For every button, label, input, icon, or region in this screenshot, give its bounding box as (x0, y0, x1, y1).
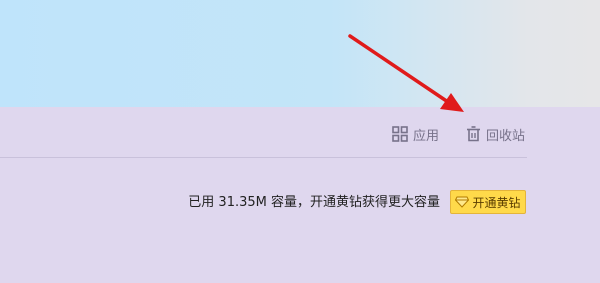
trash-icon (466, 126, 481, 142)
open-yellow-diamond-button[interactable]: 开通黄钻 (450, 190, 526, 214)
recycle-bin-label: 回收站 (486, 128, 526, 144)
apps-label: 应用 (413, 128, 440, 144)
storage-usage-text: 已用 31.35M 容量，开通黄钻获得更大容量 (188, 195, 440, 210)
top-banner (0, 0, 600, 107)
grid-icon (392, 126, 408, 142)
diamond-icon (455, 196, 470, 208)
apps-button[interactable]: 应用 (392, 124, 439, 144)
recycle-bin-button[interactable]: 回收站 (466, 124, 525, 144)
vip-button-label: 开通黄钻 (472, 195, 521, 210)
toolbar-divider (0, 157, 527, 158)
